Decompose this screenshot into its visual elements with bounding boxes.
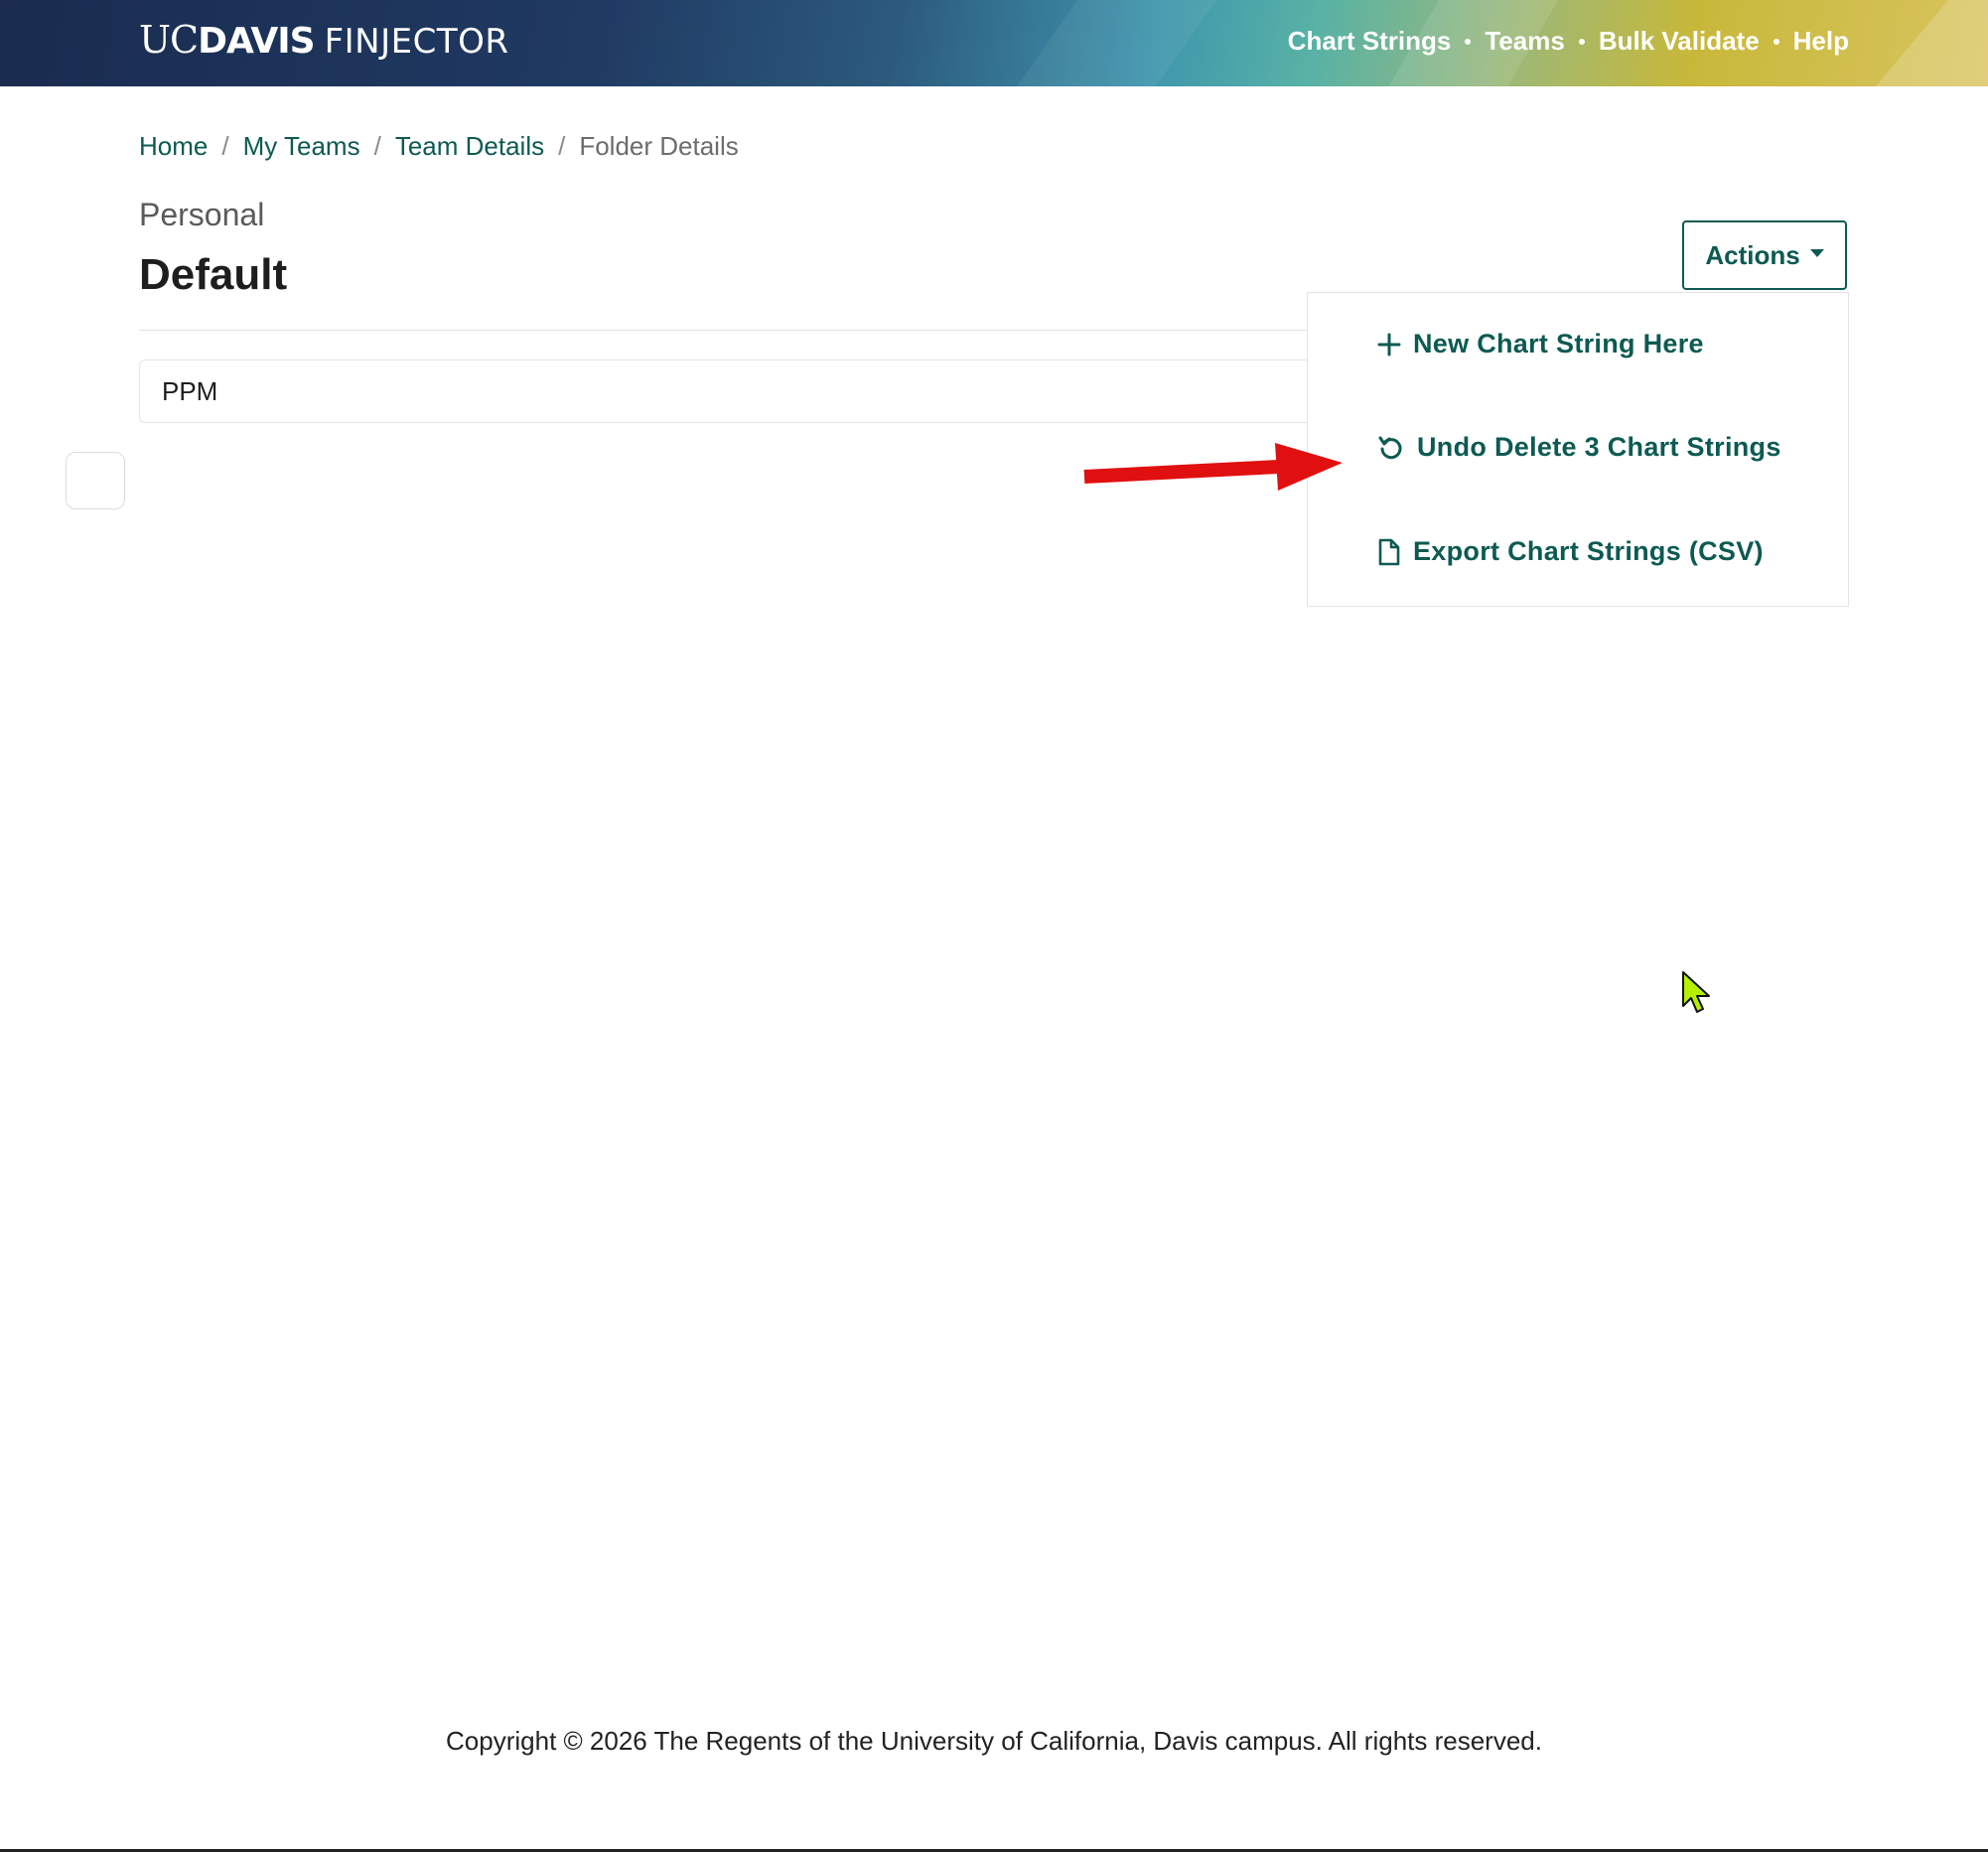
nav-separator-dot bbox=[1578, 38, 1585, 45]
breadcrumb: Home / My Teams / Team Details / Folder … bbox=[139, 131, 739, 162]
plus-icon bbox=[1377, 333, 1401, 356]
top-header: UC DAVIS FINJECTOR Chart Strings Teams B… bbox=[0, 0, 1988, 86]
page-title: Default bbox=[139, 250, 288, 299]
file-icon bbox=[1378, 538, 1400, 565]
actions-dropdown-menu: New Chart String Here Undo Delete 3 Char… bbox=[1307, 292, 1849, 607]
logo-uc: UC bbox=[139, 18, 199, 62]
breadcrumb-home[interactable]: Home bbox=[139, 131, 208, 162]
actions-dropdown-button[interactable]: Actions bbox=[1682, 220, 1847, 290]
menu-item-new-chart-string[interactable]: New Chart String Here bbox=[1377, 329, 1704, 359]
app-logo[interactable]: UC DAVIS FINJECTOR bbox=[139, 18, 509, 68]
nav-separator-dot bbox=[1773, 38, 1779, 45]
nav-teams[interactable]: Teams bbox=[1485, 26, 1564, 57]
mouse-cursor-icon bbox=[1682, 971, 1710, 1013]
folder-item-label: PPM bbox=[162, 375, 218, 406]
breadcrumb-my-teams[interactable]: My Teams bbox=[243, 131, 360, 162]
select-checkbox[interactable] bbox=[66, 452, 125, 509]
menu-item-label: New Chart String Here bbox=[1413, 329, 1704, 358]
top-navigation: Chart Strings Teams Bulk Validate Help bbox=[1288, 26, 1849, 57]
breadcrumb-team-details[interactable]: Team Details bbox=[395, 131, 544, 162]
nav-help[interactable]: Help bbox=[1793, 26, 1849, 57]
nav-bulk-validate[interactable]: Bulk Validate bbox=[1599, 26, 1760, 57]
header-decoration bbox=[1856, 0, 1988, 86]
menu-item-export-csv[interactable]: Export Chart Strings (CSV) bbox=[1377, 536, 1764, 567]
actions-button-label: Actions bbox=[1705, 239, 1800, 270]
app-window: UC DAVIS FINJECTOR Chart Strings Teams B… bbox=[0, 0, 1988, 1852]
menu-item-undo-delete[interactable]: Undo Delete 3 Chart Strings bbox=[1377, 432, 1781, 463]
breadcrumb-current: Folder Details bbox=[579, 131, 739, 161]
logo-davis: DAVIS bbox=[198, 21, 315, 62]
breadcrumb-separator: / bbox=[221, 131, 229, 161]
team-name: Personal bbox=[139, 197, 265, 232]
nav-separator-dot bbox=[1465, 38, 1472, 45]
breadcrumb-separator: / bbox=[558, 131, 566, 161]
nav-chart-strings[interactable]: Chart Strings bbox=[1288, 26, 1452, 57]
menu-item-label: Undo Delete 3 Chart Strings bbox=[1417, 432, 1781, 462]
menu-item-label: Export Chart Strings (CSV) bbox=[1413, 536, 1764, 566]
caret-down-icon bbox=[1809, 249, 1824, 257]
breadcrumb-separator: / bbox=[373, 131, 381, 161]
undo-icon bbox=[1378, 436, 1402, 459]
annotation-arrow-icon bbox=[1083, 443, 1343, 491]
footer-copyright: Copyright © 2026 The Regents of the Univ… bbox=[446, 1726, 1542, 1756]
header-decoration bbox=[993, 0, 1231, 86]
logo-app-name: FINJECTOR bbox=[324, 22, 509, 62]
